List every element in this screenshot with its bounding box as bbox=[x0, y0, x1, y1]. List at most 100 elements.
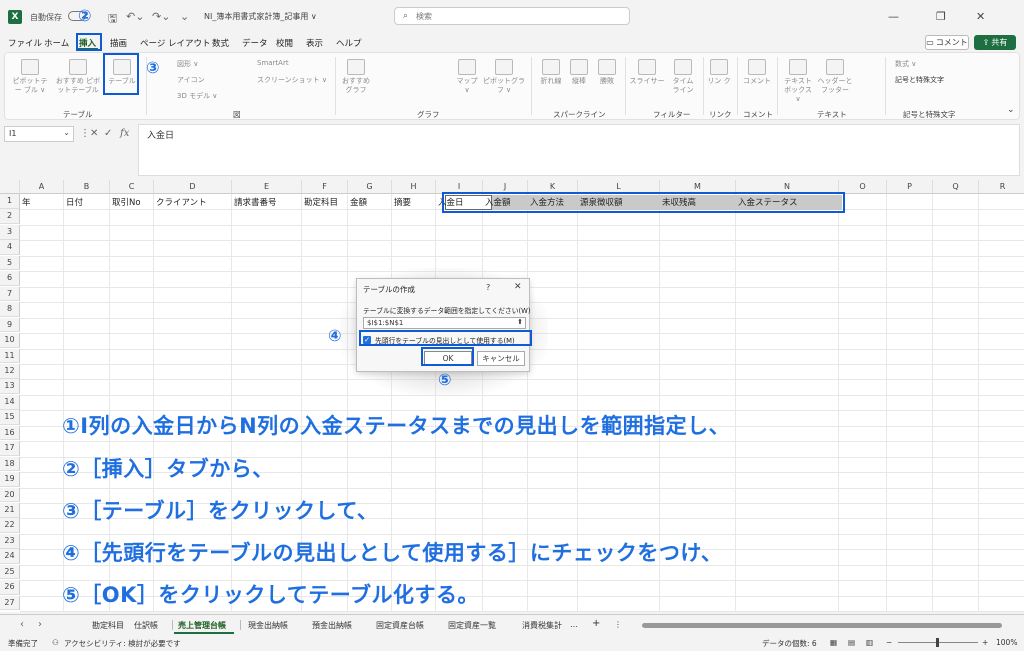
icons-button[interactable]: アイコン bbox=[177, 75, 205, 85]
tab-page-layout[interactable]: ページ レイアウト bbox=[140, 37, 211, 49]
row-header[interactable]: 9 bbox=[0, 317, 20, 333]
horizontal-scrollbar[interactable] bbox=[630, 623, 1014, 628]
accessibility-status[interactable]: アクセシビリティ: 検討が必要です bbox=[64, 638, 181, 649]
zoom-slider-thumb[interactable] bbox=[936, 638, 939, 647]
row-header[interactable]: 16 bbox=[0, 425, 20, 441]
tab-prev-icon[interactable]: ‹ bbox=[20, 619, 24, 630]
normal-view-icon[interactable]: ▦ bbox=[830, 638, 837, 647]
cancel-button[interactable]: キャンセル bbox=[477, 351, 525, 366]
share-button[interactable]: ⇪ 共有 bbox=[974, 35, 1016, 50]
collapse-ribbon-icon[interactable]: ⌄ bbox=[1007, 105, 1015, 115]
column-header[interactable]: H bbox=[392, 180, 436, 194]
page-break-view-icon[interactable]: ▥ bbox=[866, 638, 873, 647]
column-header[interactable]: R bbox=[979, 180, 1024, 194]
row-header[interactable]: 23 bbox=[0, 533, 20, 549]
search-box[interactable]: ⌕ 検索 bbox=[394, 7, 630, 25]
column-header[interactable]: P bbox=[887, 180, 933, 194]
comment-button[interactable]: ▭ コメント bbox=[925, 35, 969, 50]
row-header[interactable]: 3 bbox=[0, 224, 20, 240]
screenshot-button[interactable]: スクリーンショット ∨ bbox=[257, 75, 327, 85]
select-all-corner[interactable] bbox=[0, 180, 20, 194]
header-cell[interactable]: 摘要 bbox=[394, 196, 411, 208]
comment-insert-button[interactable]: コメント bbox=[741, 59, 773, 86]
pivot-table-button[interactable]: ピボットテー ブル ∨ bbox=[11, 59, 49, 95]
more-sheets-icon[interactable]: … bbox=[570, 620, 578, 629]
add-sheet-icon[interactable]: + bbox=[592, 618, 600, 629]
cancel-entry-icon[interactable]: ✕ bbox=[90, 128, 98, 139]
row-header[interactable]: 17 bbox=[0, 441, 20, 456]
column-header[interactable]: G bbox=[348, 180, 392, 194]
recommended-chart-button[interactable]: おすすめ グラフ bbox=[339, 59, 373, 95]
collapse-dialog-icon[interactable]: ⬆ bbox=[517, 318, 523, 326]
row-header[interactable]: 4 bbox=[0, 240, 20, 256]
equation-button[interactable]: 数式 ∨ bbox=[895, 59, 916, 69]
scrollbar-thumb[interactable] bbox=[642, 623, 1002, 628]
row-header[interactable]: 21 bbox=[0, 503, 20, 518]
formula-input[interactable]: 入金日 bbox=[138, 124, 1020, 176]
smartart-button[interactable]: SmartArt bbox=[257, 59, 289, 67]
tab-data[interactable]: データ bbox=[242, 37, 268, 49]
header-cell[interactable]: 日付 bbox=[66, 196, 83, 208]
sheet-tab-consumption-tax[interactable]: 消費税集計 bbox=[522, 620, 562, 631]
minimize-icon[interactable]: — bbox=[888, 10, 899, 23]
zoom-in-icon[interactable]: + bbox=[982, 638, 988, 647]
zoom-level[interactable]: 100% bbox=[996, 638, 1017, 647]
restore-icon[interactable]: ❐ bbox=[936, 10, 946, 23]
sparkline-column-button[interactable]: 縦棒 bbox=[567, 59, 591, 86]
close-icon[interactable]: ✕ bbox=[514, 282, 522, 292]
row-header[interactable]: 2 bbox=[0, 209, 20, 225]
shapes-button[interactable]: 図形 ∨ bbox=[177, 59, 198, 69]
sheet-tab-accounts[interactable]: 勘定科目 bbox=[92, 620, 124, 631]
undo-icon[interactable]: ↶⌄ bbox=[126, 10, 144, 23]
sheet-tab-fixed-asset-list[interactable]: 固定資産一覧 bbox=[448, 620, 496, 631]
recommended-pivot-button[interactable]: おすすめ ピボットテーブル bbox=[53, 59, 103, 95]
customize-qat-icon[interactable]: ⌄ bbox=[180, 10, 189, 23]
page-layout-view-icon[interactable]: ▤ bbox=[848, 638, 855, 647]
row-header[interactable]: 14 bbox=[0, 394, 20, 410]
confirm-entry-icon[interactable]: ✓ bbox=[104, 128, 112, 139]
row-header[interactable]: 27 bbox=[0, 595, 20, 611]
redo-icon[interactable]: ↷⌄ bbox=[152, 10, 170, 23]
column-header[interactable]: F bbox=[302, 180, 348, 194]
header-cell[interactable]: クライアント bbox=[156, 196, 207, 208]
tab-bar-splitter-icon[interactable]: ⋮ bbox=[614, 620, 622, 629]
header-footer-button[interactable]: ヘッダーと フッター bbox=[817, 59, 853, 95]
row-header[interactable]: 6 bbox=[0, 271, 20, 286]
tab-review[interactable]: 校閲 bbox=[276, 37, 293, 49]
row-header[interactable]: 25 bbox=[0, 564, 20, 580]
zoom-out-icon[interactable]: − bbox=[886, 638, 892, 647]
row-header[interactable]: 19 bbox=[0, 472, 20, 487]
spreadsheet-grid[interactable]: ABCDEFGHIJKLMNOPQR 1 2 3 4 5 6 7 8 9 10 11 12 13 14 15… bbox=[0, 180, 1024, 612]
header-cell[interactable]: 勘定科目 bbox=[304, 196, 338, 208]
help-icon[interactable]: ? bbox=[486, 283, 490, 292]
row-header[interactable]: 26 bbox=[0, 580, 20, 595]
link-button[interactable]: リン ク bbox=[707, 59, 731, 86]
tab-file[interactable]: ファイル bbox=[8, 37, 42, 49]
insert-function-icon[interactable]: fx bbox=[120, 128, 129, 139]
column-header[interactable]: Q bbox=[933, 180, 979, 194]
sheet-tab-deposit-book[interactable]: 預金出納帳 bbox=[312, 620, 352, 631]
name-box[interactable]: I1 ⌄ bbox=[4, 126, 74, 142]
tab-next-icon[interactable]: › bbox=[38, 619, 42, 630]
row-header[interactable]: 1 bbox=[0, 194, 20, 209]
save-icon[interactable]: 🖫 bbox=[108, 10, 117, 29]
row-header[interactable]: 15 bbox=[0, 410, 20, 425]
tab-formulas[interactable]: 数式 bbox=[212, 37, 229, 49]
tab-draw[interactable]: 描画 bbox=[110, 37, 127, 49]
row-header[interactable]: 22 bbox=[0, 518, 20, 534]
row-header[interactable]: 13 bbox=[0, 379, 20, 395]
column-header[interactable]: E bbox=[232, 180, 302, 194]
header-cell[interactable]: 年 bbox=[22, 196, 31, 208]
row-header[interactable]: 11 bbox=[0, 348, 20, 364]
row-header[interactable]: 8 bbox=[0, 302, 20, 317]
row-header[interactable]: 20 bbox=[0, 487, 20, 503]
slicer-button[interactable]: スライサー bbox=[629, 59, 665, 86]
column-header[interactable]: C bbox=[110, 180, 154, 194]
header-cell[interactable]: 金額 bbox=[350, 196, 367, 208]
column-header[interactable]: D bbox=[154, 180, 232, 194]
row-header[interactable]: 18 bbox=[0, 456, 20, 472]
3d-models-button[interactable]: 3D モデル ∨ bbox=[177, 91, 217, 101]
header-cell[interactable]: 請求書番号 bbox=[234, 196, 277, 208]
pivot-chart-button[interactable]: ピボットグラフ ∨ bbox=[483, 59, 525, 95]
column-header[interactable]: A bbox=[20, 180, 64, 194]
